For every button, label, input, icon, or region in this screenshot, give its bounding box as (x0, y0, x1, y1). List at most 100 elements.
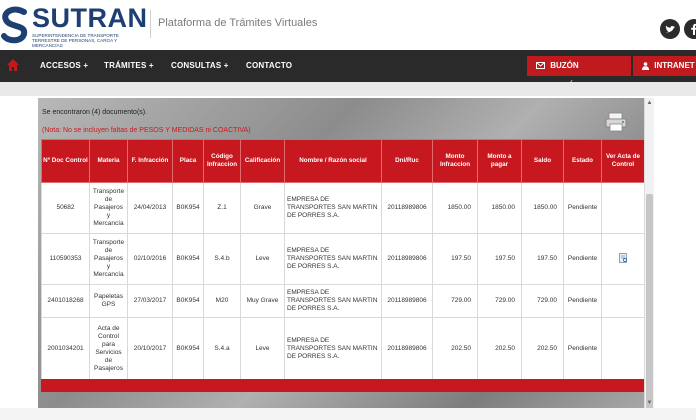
col-codigo-infraccion: Código Infraccion (203, 139, 241, 183)
view-document-icon[interactable] (618, 252, 628, 263)
cell-monto-infraccion: 202.50 (432, 317, 478, 380)
cell-codigo: S.4.b (203, 233, 241, 285)
cell-doc-control: 2401018268 (41, 284, 90, 318)
cell-dni-ruc: 20118989806 (381, 182, 433, 234)
cell-ver-acta (601, 317, 645, 380)
col-dni-ruc: Dni/Ruc (381, 139, 433, 183)
cell-dni-ruc: 20118989806 (381, 233, 433, 285)
page-band (0, 82, 696, 96)
cell-ver-acta (601, 284, 645, 318)
cell-ver-acta (601, 182, 645, 234)
intranet-label: INTRANET (654, 61, 695, 70)
cell-placa: B0K954 (172, 317, 204, 380)
col-materia: Materia (89, 139, 128, 183)
cell-calificacion: Grave (240, 182, 285, 234)
sutran-logo[interactable]: SUTRAN Superintendencia de Transporte Te… (0, 3, 150, 48)
cell-codigo: Z.1 (203, 182, 241, 234)
envelope-icon (536, 62, 545, 70)
nav-contacto[interactable]: CONTACTO (246, 61, 292, 70)
cell-razon-social: EMPRESA DE TRANSPORTES SAN MARTIN DE POR… (284, 233, 382, 285)
scroll-down-arrow-icon[interactable]: ▼ (645, 398, 654, 408)
cell-fecha: 27/03/2017 (127, 284, 173, 318)
user-icon (642, 62, 649, 70)
intranet-button[interactable]: INTRANET (633, 56, 696, 76)
platform-title: Plataforma de Trámites Virtuales (158, 17, 318, 29)
cell-calificacion: Muy Grave (240, 284, 285, 318)
brand-subtitle: Superintendencia de Transporte Terrestre… (32, 33, 119, 48)
table-footer-bar (41, 379, 644, 392)
page-bottom (0, 408, 696, 420)
table-row: 2401018268 Papeletas GPS 27/03/2017 B0K9… (41, 284, 645, 318)
cell-saldo: 1850.00 (521, 182, 564, 234)
cell-dni-ruc: 20118989806 (381, 284, 433, 318)
cell-materia: Transporte de Pasajeros y Mercancía (89, 182, 128, 234)
cell-materia: Papeletas GPS (89, 284, 128, 318)
site-header: SUTRAN Superintendencia de Transporte Te… (0, 0, 696, 50)
cell-estado: Pendiente (563, 284, 602, 318)
col-monto-pagar: Monto a pagar (477, 139, 522, 183)
cell-estado: Pendiente (563, 233, 602, 285)
twitter-icon[interactable] (660, 19, 680, 39)
header-divider (150, 10, 151, 38)
col-saldo: Saldo (521, 139, 564, 183)
cell-fecha: 20/10/2017 (127, 317, 173, 380)
cell-monto-infraccion: 1850.00 (432, 182, 478, 234)
cell-monto-pagar: 1850.00 (477, 182, 522, 234)
sutran-logo-mark-icon (1, 6, 28, 44)
home-icon[interactable] (6, 58, 20, 72)
col-doc-control: Nº Doc Control (41, 139, 90, 183)
printer-icon[interactable] (604, 112, 628, 132)
col-razon-social: Nombre / Razón social (284, 139, 382, 183)
cell-doc-control: 110590353 (41, 233, 90, 285)
results-note: (Nota: No se incluyen faltas de PESOS Y … (42, 127, 251, 134)
cell-materia: Transporte de Pasajeros y Mercancía (89, 233, 128, 285)
nav-consultas[interactable]: CONSULTAS + (171, 61, 229, 70)
col-calificacion: Calificación (240, 139, 285, 183)
results-count: Se encontraron (4) documento(s). (42, 109, 148, 116)
cell-calificacion: Leve (240, 317, 285, 380)
col-ver-acta: Ver Acta de Control (601, 139, 645, 183)
scroll-thumb[interactable] (646, 194, 653, 418)
table-row: 2001034201 Acta de Control para Servicio… (41, 317, 645, 380)
cell-codigo: M20 (203, 284, 241, 318)
cell-calificacion: Leve (240, 233, 285, 285)
cell-doc-control: 50682 (41, 182, 90, 234)
col-placa: Placa (172, 139, 204, 183)
cell-doc-control: 2001034201 (41, 317, 90, 380)
col-estado: Estado (563, 139, 602, 183)
buzon-electronico-button[interactable]: BUZÓN ELECTRÓNICO (527, 56, 631, 90)
cell-materia: Acta de Control para Servicios de Pasaje… (89, 317, 128, 380)
documents-table: Nº Doc Control Materia F. Infracción Pla… (41, 139, 645, 380)
cell-razon-social: EMPRESA DE TRANSPORTES SAN MARTIN DE POR… (284, 284, 382, 318)
cell-fecha: 24/04/2013 (127, 182, 173, 234)
col-monto-infraccion: Monto Infraccion (432, 139, 478, 183)
cell-codigo: S.4.a (203, 317, 241, 380)
cell-razon-social: EMPRESA DE TRANSPORTES SAN MARTIN DE POR… (284, 317, 382, 380)
cell-saldo: 202.50 (521, 317, 564, 380)
panel-scrollbar[interactable]: ▲ ▼ (644, 98, 654, 418)
cell-estado: Pendiente (563, 182, 602, 234)
cell-monto-infraccion: 729.00 (432, 284, 478, 318)
cell-placa: B0K954 (172, 233, 204, 285)
scroll-up-arrow-icon[interactable]: ▲ (645, 98, 654, 108)
brand-name: SUTRAN (32, 3, 148, 33)
nav-tramites[interactable]: TRÁMITES + (104, 61, 154, 70)
table-row: 50682 Transporte de Pasajeros y Mercancí… (41, 182, 645, 234)
cell-dni-ruc: 20118989806 (381, 317, 433, 380)
table-header-row: Nº Doc Control Materia F. Infracción Pla… (41, 139, 645, 183)
cell-razon-social: EMPRESA DE TRANSPORTES SAN MARTIN DE POR… (284, 182, 382, 234)
nav-accesos[interactable]: ACCESOS + (40, 61, 88, 70)
cell-saldo: 729.00 (521, 284, 564, 318)
table-row: 110590353 Transporte de Pasajeros y Merc… (41, 233, 645, 285)
cell-saldo: 197.50 (521, 233, 564, 285)
cell-placa: B0K954 (172, 284, 204, 318)
cell-monto-pagar: 197.50 (477, 233, 522, 285)
cell-placa: B0K954 (172, 182, 204, 234)
cell-ver-acta (601, 233, 645, 285)
cell-estado: Pendiente (563, 317, 602, 380)
cell-monto-infraccion: 197.50 (432, 233, 478, 285)
col-fecha-infraccion: F. Infracción (127, 139, 173, 183)
facebook-icon[interactable] (684, 19, 696, 39)
cell-monto-pagar: 729.00 (477, 284, 522, 318)
cell-fecha: 02/10/2016 (127, 233, 173, 285)
